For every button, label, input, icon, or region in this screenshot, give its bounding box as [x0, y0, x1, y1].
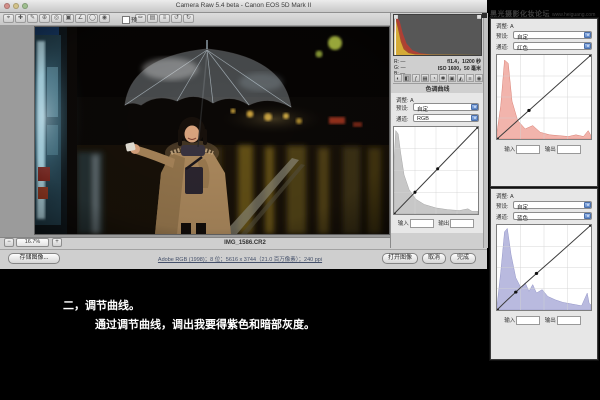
photo-preview[interactable]: [35, 27, 389, 234]
tab-hsl-icon[interactable]: ▦: [421, 74, 429, 82]
output-label: 输出: [438, 221, 449, 227]
preset-dropdown[interactable]: 自定: [513, 31, 592, 39]
input-field[interactable]: [410, 219, 434, 228]
preferences-tool-icon[interactable]: ≡: [159, 14, 170, 23]
curve-point[interactable]: [527, 109, 530, 112]
input-output-row: 输入 输出: [491, 316, 597, 324]
channel-label: 通道:: [396, 115, 409, 123]
output-field[interactable]: [450, 219, 474, 228]
camera-raw-window: Camera Raw 5.4 beta - Canon EOS 5D Mark …: [0, 0, 487, 268]
output-field[interactable]: [557, 316, 581, 325]
acr-curve-panel: 调整: A 预设: 自定 通道: RGB: [391, 93, 484, 233]
curve-point[interactable]: [535, 272, 538, 275]
panel-scrollbar[interactable]: [483, 13, 488, 248]
spot-removal-tool-icon[interactable]: ◯: [87, 14, 98, 23]
rotate-left-tool-icon[interactable]: ↺: [171, 14, 182, 23]
preset-dropdown[interactable]: 自定: [413, 103, 479, 111]
targeted-adjustment-tool-icon[interactable]: ◎: [51, 14, 62, 23]
caption-line-1: 二，调节曲线。: [63, 297, 315, 316]
tab-lens-icon[interactable]: ✱: [439, 74, 447, 82]
settings-panel: R: — G: — B: — f/1.4，1/200 秒 ISO 1600，50…: [390, 13, 484, 248]
input-label: 输入: [504, 318, 515, 324]
channel-dropdown[interactable]: RGB: [413, 114, 479, 122]
title-bar: Camera Raw 5.4 beta - Canon EOS 5D Mark …: [0, 0, 487, 13]
color-sampler-tool-icon[interactable]: ⊕: [39, 14, 50, 23]
white-balance-tool-icon[interactable]: ✎: [27, 14, 38, 23]
rotate-right-tool-icon[interactable]: ↻: [183, 14, 194, 23]
exif-iso-focal: ISO 1600，50 毫米: [419, 66, 481, 73]
exif-info: f/1.4，1/200 秒 ISO 1600，50 毫米: [419, 59, 481, 73]
hand-tool-icon[interactable]: ✚: [15, 14, 26, 23]
dropdown-stepper-icon[interactable]: [584, 202, 591, 208]
open-image-button[interactable]: 打开图像: [382, 253, 418, 264]
straighten-tool-icon[interactable]: ∠: [75, 14, 86, 23]
dropdown-stepper-icon[interactable]: [584, 213, 591, 219]
window-title: Camera Raw 5.4 beta - Canon EOS 5D Mark …: [0, 2, 487, 9]
input-field[interactable]: [516, 145, 540, 154]
channel-dropdown[interactable]: 红色: [513, 42, 592, 50]
preset-dropdown[interactable]: 自定: [513, 201, 592, 209]
watermark-title: 黑光摄影化妆论坛: [490, 11, 550, 18]
dropdown-stepper-icon[interactable]: [471, 115, 478, 121]
curve-panel-header: 调整: A: [496, 192, 514, 200]
tab-camera-calibration-icon[interactable]: ▣: [448, 74, 456, 82]
tutorial-caption: 二，调节曲线。 通过调节曲线，调出我要得紫色和暗部灰度。: [63, 297, 315, 335]
output-label: 输出: [545, 318, 556, 324]
input-label: 输入: [504, 147, 515, 153]
screenshot-root: Camera Raw 5.4 beta - Canon EOS 5D Mark …: [0, 0, 600, 400]
tab-title: 色调曲线: [391, 84, 484, 93]
caption-line-2: 通过调节曲线，调出我要得紫色和暗部灰度。: [95, 316, 315, 335]
crop-tool-icon[interactable]: ▣: [63, 14, 74, 23]
zoom-out-button[interactable]: −: [4, 238, 14, 247]
preview-checkbox[interactable]: [122, 16, 130, 24]
curve-point[interactable]: [514, 291, 517, 294]
curve-panel-header: 调整: A: [496, 22, 514, 30]
zoom-level-dropdown[interactable]: 16.7%: [16, 238, 49, 247]
preset-label: 预设:: [496, 32, 509, 40]
dropdown-stepper-icon[interactable]: [584, 43, 591, 49]
channel-label: 通道:: [496, 43, 509, 51]
curves-panel-red: 调整: A 预设: 自定 通道: 红色: [490, 18, 598, 187]
workflow-options-link[interactable]: Adobe RGB (1998)；8 位；5616 x 3744（21.0 百万…: [110, 255, 370, 263]
preview-canvas[interactable]: [0, 25, 390, 238]
dropdown-stepper-icon[interactable]: [471, 104, 478, 110]
preset-label: 预设:: [496, 202, 509, 210]
zoom-tool-icon[interactable]: ⌖: [3, 14, 14, 23]
tab-more-icon[interactable]: ◉: [475, 74, 483, 82]
input-output-row: 输入 输出: [391, 219, 484, 227]
tab-presets-icon[interactable]: ◭: [457, 74, 465, 82]
red-eye-tool-icon[interactable]: ◉: [99, 14, 110, 23]
tab-snapshots-icon[interactable]: ≡: [466, 74, 474, 82]
input-label: 输入: [398, 221, 409, 227]
input-output-row: 输入 输出: [491, 145, 597, 153]
bottom-bar: 存储图像... Adobe RGB (1998)；8 位；5616 x 3744…: [0, 249, 487, 269]
red-curve-graph[interactable]: [496, 54, 592, 140]
save-image-button[interactable]: 存储图像...: [8, 253, 60, 264]
zoom-in-button[interactable]: +: [52, 238, 62, 247]
preset-label: 预设:: [396, 104, 409, 112]
channel-dropdown[interactable]: 蓝色: [513, 212, 592, 220]
scrollbar-arrow-icon[interactable]: [482, 13, 487, 18]
channel-label: 通道:: [496, 213, 509, 221]
curve-point[interactable]: [436, 167, 439, 170]
input-field[interactable]: [516, 316, 540, 325]
tone-curve-graph[interactable]: [393, 126, 479, 215]
panel-tabs: ◐ ◧ ƒ ▦ ◔ ✱ ▣ ◭ ≡ ◉: [393, 74, 482, 84]
tab-tone-curve-icon[interactable]: ◧: [403, 74, 411, 82]
output-label: 输出: [545, 147, 556, 153]
curves-panel-blue: 调整: A 预设: 自定 通道: 蓝色: [490, 188, 598, 360]
graduated-filter-tool-icon[interactable]: ▤: [147, 14, 158, 23]
histogram: [393, 14, 482, 56]
blue-curve-graph[interactable]: [496, 224, 592, 311]
exif-aperture-shutter: f/1.4，1/200 秒: [419, 59, 481, 66]
cancel-button[interactable]: 取消: [422, 253, 446, 264]
dropdown-stepper-icon[interactable]: [584, 32, 591, 38]
tab-basic-icon[interactable]: ◐: [394, 74, 402, 82]
filename-label: IMG_1586.CR2: [120, 240, 370, 246]
curve-point[interactable]: [413, 191, 416, 194]
tab-detail-icon[interactable]: ƒ: [412, 74, 420, 82]
output-field[interactable]: [557, 145, 581, 154]
done-button[interactable]: 完成: [450, 253, 476, 264]
tab-split-toning-icon[interactable]: ◔: [430, 74, 438, 82]
